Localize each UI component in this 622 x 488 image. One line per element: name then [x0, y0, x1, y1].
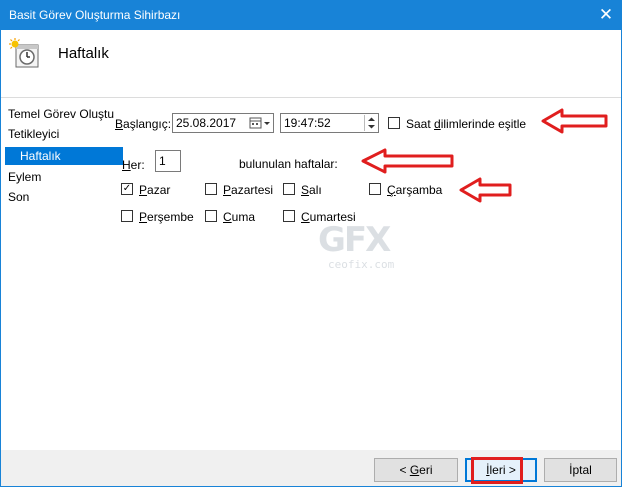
- nav-item-label: Son: [8, 190, 30, 204]
- weeks-on-label: bulunulan haftalar:: [239, 157, 338, 171]
- recur-every-label: Her:: [122, 158, 145, 172]
- nav-item-trigger[interactable]: Tetikleyici: [5, 125, 59, 143]
- wednesday-checkbox[interactable]: [369, 183, 381, 195]
- start-time-value: 19:47:52: [284, 116, 331, 130]
- monday-label: Pazartesi: [223, 183, 274, 197]
- window-frame: [0, 30, 622, 487]
- monday-checkbox[interactable]: [205, 183, 217, 195]
- time-spinner[interactable]: [364, 115, 378, 131]
- nav-item-label: Haftalık: [20, 149, 61, 163]
- start-time-field[interactable]: 19:47:52: [280, 113, 379, 133]
- saturday-checkbox[interactable]: [283, 210, 295, 222]
- wednesday-label: Çarşamba: [387, 183, 443, 197]
- clock-calendar-icon: [9, 38, 41, 70]
- sync-timezones-checkbox[interactable]: [388, 117, 400, 129]
- wizard-header: [1, 30, 621, 97]
- start-date-value: 25.08.2017: [176, 116, 237, 130]
- sync-timezones-label: Saat dilimlerinde eşitle: [406, 117, 527, 131]
- nav-item-create-basic-task[interactable]: Temel Görev Oluştu: [5, 105, 114, 123]
- start-label: Başlangıç:: [115, 117, 172, 131]
- window-title: Basit Görev Oluşturma Sihirbazı: [9, 8, 181, 22]
- tuesday-checkbox[interactable]: [283, 183, 295, 195]
- friday-label: Cuma: [223, 210, 256, 224]
- sunday-label: Pazar: [139, 183, 171, 197]
- annotation-arrow-icon: [361, 148, 454, 174]
- friday-checkbox[interactable]: [205, 210, 217, 222]
- nav-item-label: Temel Görev Oluştu: [8, 107, 115, 121]
- close-icon: ✕: [598, 5, 614, 24]
- nav-item-label: Eylem: [8, 170, 42, 184]
- header-divider: [1, 97, 621, 98]
- check-icon: ✓: [122, 183, 132, 194]
- annotation-highlight-box: [471, 457, 523, 484]
- nav-item-weekly[interactable]: Haftalık: [5, 147, 123, 165]
- recur-every-value: 1: [159, 154, 166, 168]
- tuesday-label: Salı: [301, 183, 322, 197]
- watermark-logo: GFX ceofix.com: [318, 220, 395, 271]
- thursday-label: Perşembe: [139, 210, 194, 224]
- start-date-picker[interactable]: 25.08.2017: [172, 113, 274, 133]
- close-button[interactable]: ✕: [592, 3, 620, 27]
- recur-every-input[interactable]: 1: [155, 150, 181, 172]
- title-bar: Basit Görev Oluşturma Sihirbazı ✕: [0, 0, 622, 30]
- page-title: Haftalık: [58, 45, 109, 62]
- thursday-checkbox[interactable]: [121, 210, 133, 222]
- annotation-arrow-icon: [541, 108, 608, 134]
- nav-item-finish[interactable]: Son: [5, 188, 29, 206]
- sunday-checkbox[interactable]: ✓: [121, 183, 133, 195]
- nav-item-action[interactable]: Eylem: [5, 168, 41, 186]
- calendar-dropdown-icon[interactable]: [249, 117, 271, 133]
- back-button[interactable]: < Geri: [374, 458, 458, 482]
- annotation-arrow-icon: [459, 177, 512, 203]
- cancel-button[interactable]: İptal: [544, 458, 617, 482]
- nav-item-label: Tetikleyici: [8, 127, 60, 141]
